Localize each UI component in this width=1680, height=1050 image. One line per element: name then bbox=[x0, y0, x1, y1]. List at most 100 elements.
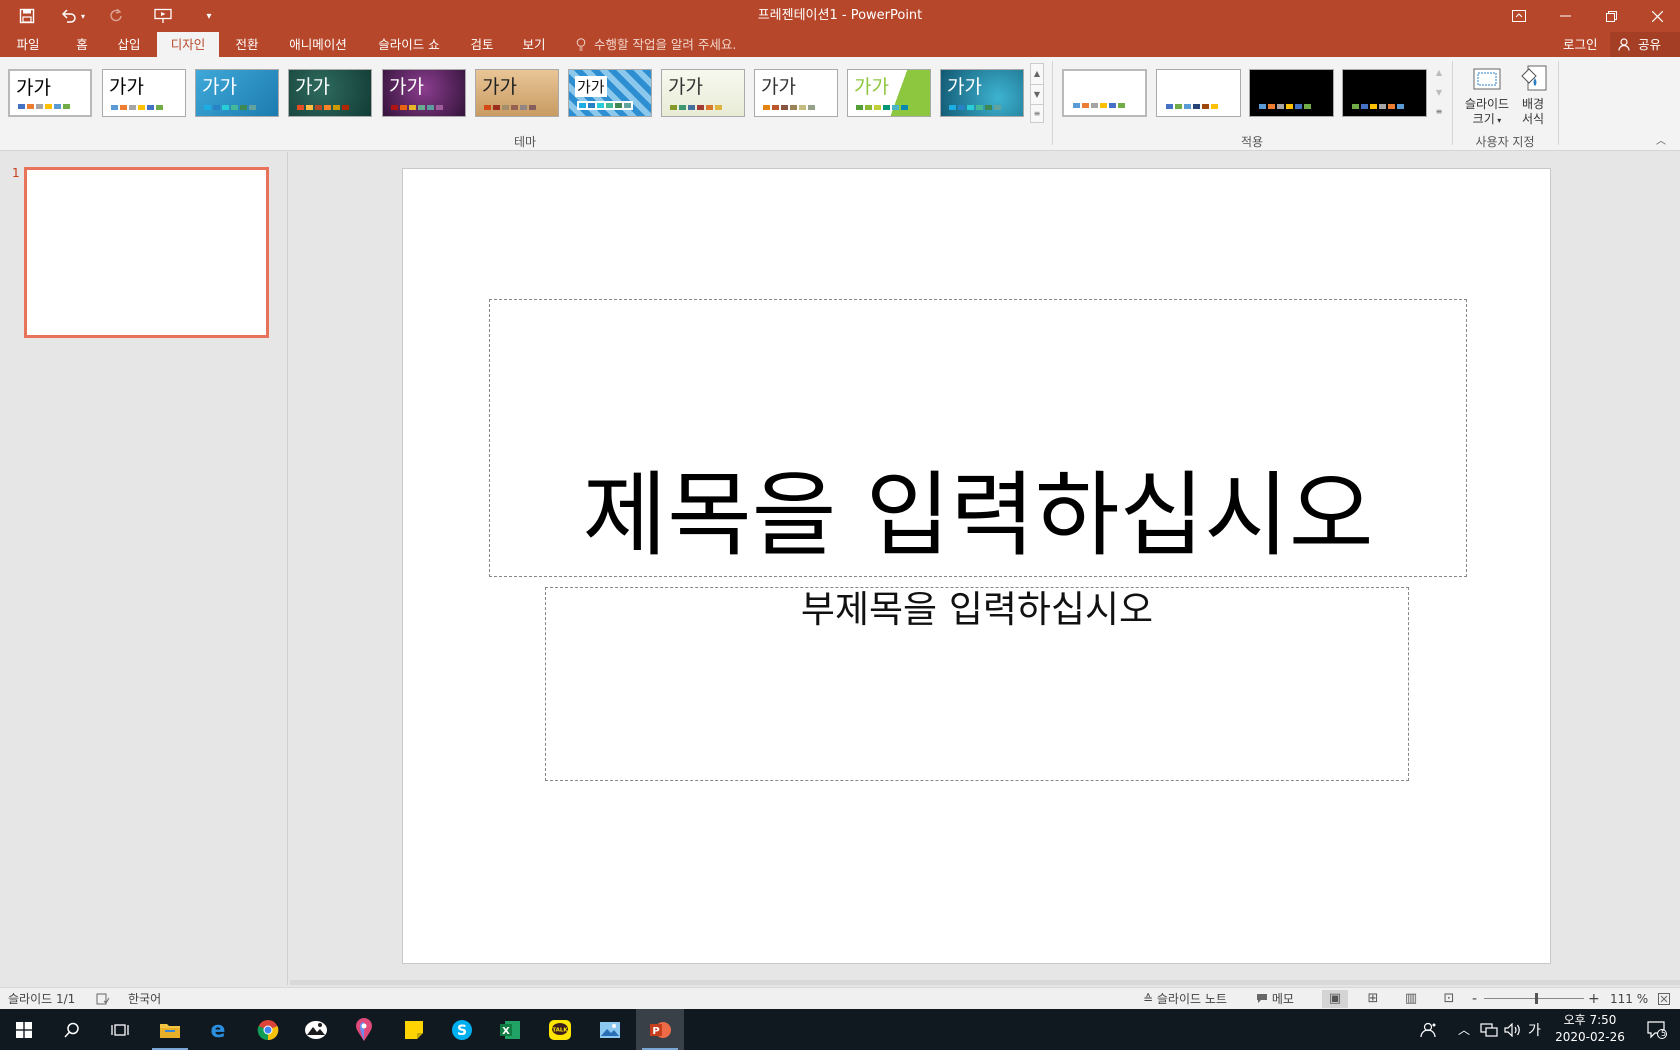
restore-button[interactable] bbox=[1588, 0, 1634, 32]
kakaotalk-icon[interactable]: TALK bbox=[536, 1009, 584, 1050]
title-placeholder-text: 제목을 입력하십시오 bbox=[582, 462, 1374, 569]
comment-icon bbox=[1256, 992, 1272, 1006]
share-label: 공유 bbox=[1637, 37, 1661, 52]
tab-file[interactable]: 파일 bbox=[6, 32, 50, 57]
collapse-ribbon-icon[interactable]: ︿ bbox=[1656, 132, 1666, 147]
theme-retrospect[interactable]: 가가 bbox=[754, 69, 838, 117]
more-variants-icon[interactable]: ≡ bbox=[1432, 103, 1446, 121]
theme-integral[interactable]: 가가 bbox=[288, 69, 372, 117]
scroll-up-icon[interactable]: ▲ bbox=[1432, 63, 1446, 83]
zoom-level[interactable]: 111 % bbox=[1610, 988, 1648, 1010]
tell-me-box[interactable]: 수행할 작업을 알려 주세요. bbox=[576, 32, 736, 57]
scroll-down-icon[interactable]: ▼ bbox=[1432, 83, 1446, 103]
action-center-icon[interactable]: 5 bbox=[1642, 1009, 1672, 1050]
themes-gallery-scroll[interactable]: ▲ ▼ ≡ bbox=[1030, 63, 1044, 123]
powerpoint-window: { "window": { "title": "프레젠테이션1 - PowerP… bbox=[0, 0, 1680, 1050]
horizontal-scrollbar[interactable] bbox=[290, 980, 1680, 985]
spellcheck-icon[interactable] bbox=[96, 988, 114, 1010]
design-ribbon: 가가 가가 가가 가가 가가 가가 가가 가가 가가 가가 가가 ▲ ▼ ≡ 테… bbox=[0, 57, 1680, 151]
comments-button[interactable]: 메모 bbox=[1256, 988, 1294, 1010]
normal-view-icon[interactable]: ▣ bbox=[1322, 990, 1348, 1008]
zoom-slider[interactable] bbox=[1484, 998, 1584, 999]
network-icon[interactable] bbox=[1480, 1009, 1498, 1050]
variant-1[interactable] bbox=[1062, 69, 1147, 117]
zoom-slider-thumb[interactable] bbox=[1535, 993, 1538, 1004]
share-button[interactable]: 공유 bbox=[1610, 32, 1680, 57]
people-icon[interactable] bbox=[1420, 1009, 1438, 1050]
file-explorer-icon[interactable] bbox=[146, 1009, 194, 1050]
notes-button[interactable]: ≙ 슬라이드 노트 bbox=[1143, 988, 1227, 1010]
customize-group-label: 사용자 지정 bbox=[1475, 135, 1535, 149]
person-icon bbox=[1618, 32, 1634, 57]
powerpoint-taskbar-icon[interactable]: P bbox=[636, 1009, 684, 1050]
tab-insert[interactable]: 삽입 bbox=[108, 32, 150, 57]
theme-savon[interactable]: 가가 bbox=[568, 69, 652, 117]
svg-text:X: X bbox=[502, 1026, 510, 1037]
clock[interactable]: 오후 7:50 2020-02-26 bbox=[1548, 1012, 1632, 1046]
notification-count: 5 bbox=[1661, 1029, 1667, 1038]
zoom-in-button[interactable]: + bbox=[1588, 988, 1600, 1010]
slide-size-button[interactable]: 슬라이드 크기 ▾ bbox=[1462, 61, 1512, 128]
scroll-up-icon[interactable]: ▲ bbox=[1031, 64, 1043, 84]
ime-indicator[interactable]: 가 bbox=[1528, 1009, 1541, 1050]
variant-2[interactable] bbox=[1156, 69, 1241, 117]
theme-organic[interactable]: 가가 bbox=[661, 69, 745, 117]
skype-icon[interactable]: S bbox=[438, 1009, 486, 1050]
task-view-icon[interactable] bbox=[96, 1009, 144, 1050]
variants-group-label: 적용 bbox=[1240, 135, 1264, 149]
variant-4[interactable] bbox=[1342, 69, 1427, 117]
scroll-down-icon[interactable]: ▼ bbox=[1031, 84, 1043, 104]
slide-counter: 슬라이드 1/1 bbox=[8, 992, 76, 1006]
slide-thumbnail[interactable] bbox=[24, 167, 269, 338]
variant-3[interactable] bbox=[1249, 69, 1334, 117]
maps-pin-icon[interactable] bbox=[340, 1009, 388, 1050]
tab-slideshow[interactable]: 슬라이드 쇼 bbox=[370, 32, 448, 57]
close-button[interactable] bbox=[1634, 0, 1680, 32]
theme-wood-type[interactable]: 가가 bbox=[475, 69, 559, 117]
tab-design[interactable]: 디자인 bbox=[157, 32, 219, 57]
tab-home[interactable]: 홈 bbox=[64, 32, 100, 57]
slide-sorter-icon[interactable]: ⊞ bbox=[1360, 990, 1386, 1008]
variants-gallery-scroll[interactable]: ▲ ▼ ≡ bbox=[1432, 63, 1446, 123]
login-link[interactable]: 로그인 bbox=[1563, 32, 1598, 57]
volume-icon[interactable] bbox=[1504, 1009, 1522, 1050]
language-indicator[interactable]: 한국어 bbox=[128, 988, 161, 1010]
chrome-icon[interactable] bbox=[244, 1009, 292, 1050]
search-icon[interactable] bbox=[48, 1009, 96, 1050]
image-viewer-icon[interactable] bbox=[586, 1009, 634, 1050]
ribbon-display-options-icon[interactable] bbox=[1496, 0, 1542, 32]
subtitle-placeholder-text: 부제목을 입력하십시오 bbox=[800, 588, 1154, 631]
photos-app-icon[interactable] bbox=[292, 1009, 340, 1050]
reading-view-icon[interactable]: ▥ bbox=[1398, 990, 1424, 1008]
edge-browser-icon[interactable]: e bbox=[194, 1009, 242, 1050]
slideshow-view-icon[interactable]: ⊡ bbox=[1436, 990, 1462, 1008]
tab-view[interactable]: 보기 bbox=[514, 32, 554, 57]
theme-facet[interactable]: 가가 bbox=[195, 69, 279, 117]
tab-transitions[interactable]: 전환 bbox=[226, 32, 268, 57]
show-hidden-icons-icon[interactable]: ︿ bbox=[1458, 1009, 1470, 1050]
svg-text:P: P bbox=[652, 1026, 659, 1037]
chevron-down-icon: ▾ bbox=[1494, 116, 1502, 125]
theme-office-2[interactable]: 가가 bbox=[102, 69, 186, 117]
theme-office[interactable]: 가가 bbox=[8, 69, 92, 117]
ribbon-tabs: 파일 홈 삽입 디자인 전환 애니메이션 슬라이드 쇼 검토 보기 수행할 작업… bbox=[0, 32, 1680, 57]
minimize-button[interactable] bbox=[1542, 0, 1588, 32]
theme-ion[interactable]: 가가 bbox=[382, 69, 466, 117]
title-placeholder[interactable]: 제목을 입력하십시오 bbox=[489, 299, 1467, 577]
theme-celestial[interactable]: 가가 bbox=[940, 69, 1024, 117]
zoom-out-button[interactable]: - bbox=[1472, 988, 1477, 1010]
sticky-notes-icon[interactable] bbox=[390, 1009, 438, 1050]
tell-me-text: 수행할 작업을 알려 주세요. bbox=[593, 37, 737, 52]
excel-icon[interactable]: X bbox=[486, 1009, 534, 1050]
themes-group-label: 테마 bbox=[513, 135, 537, 149]
start-button-icon[interactable] bbox=[0, 1009, 48, 1050]
format-background-button[interactable]: 배경 서식 bbox=[1514, 61, 1552, 127]
tab-animations[interactable]: 애니메이션 bbox=[282, 32, 354, 57]
subtitle-placeholder[interactable]: 부제목을 입력하십시오 bbox=[545, 587, 1409, 781]
tab-review[interactable]: 검토 bbox=[462, 32, 502, 57]
svg-text:TALK: TALK bbox=[552, 1027, 568, 1033]
more-themes-icon[interactable]: ≡ bbox=[1031, 104, 1043, 122]
theme-slice[interactable]: 가가 bbox=[847, 69, 931, 117]
fit-to-window-icon[interactable] bbox=[1658, 988, 1670, 1010]
slide-canvas[interactable]: 제목을 입력하십시오 부제목을 입력하십시오 bbox=[402, 168, 1551, 964]
